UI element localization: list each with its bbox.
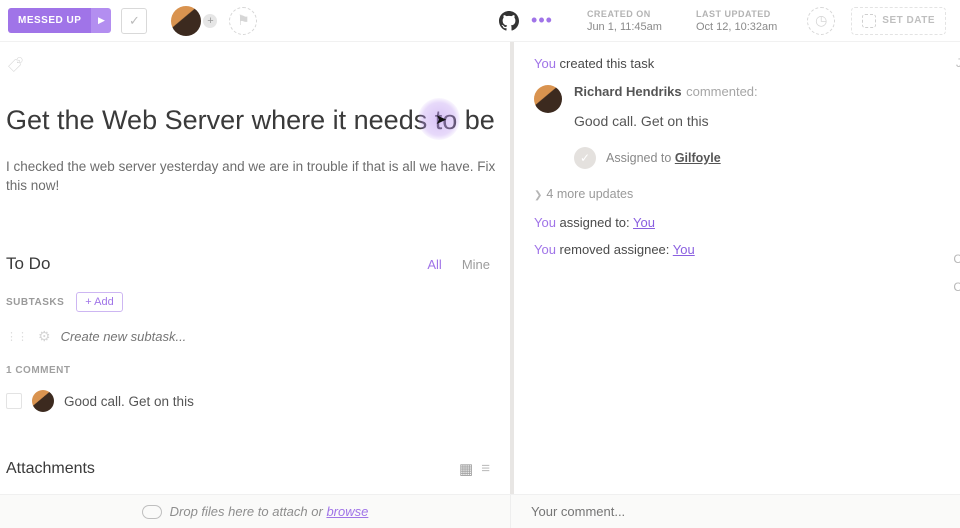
attachments-view-toggle: ▦ ≡ (459, 460, 500, 478)
commented-label: commented: (686, 84, 758, 99)
calendar-icon (862, 14, 876, 28)
dropzone-text: Drop files here to attach or (170, 504, 327, 519)
updated-value: Oct 12, 10:32am (696, 21, 777, 33)
status-dropdown-toggle[interactable]: ▶ (91, 8, 111, 33)
add-assignee-button[interactable]: + (201, 12, 219, 30)
assigned-check-icon: ✓ (574, 147, 596, 169)
assignee-avatar[interactable] (171, 6, 201, 36)
cursor-indicator: ➤ (418, 98, 460, 140)
complete-button[interactable]: ✓ (121, 8, 147, 34)
commenter-name: Richard Hendriks (574, 84, 682, 99)
subtasks-header: SUBTASKS + Add (6, 292, 500, 312)
assignee-link[interactable]: Gilfoyle (675, 151, 721, 165)
assigned-target[interactable]: You (633, 215, 655, 230)
created-meta: CREATED ON Jun 1, 11:45am (573, 9, 676, 33)
updated-label: LAST UPDATED (696, 9, 777, 19)
comment-row: Good call. Get on this (6, 390, 500, 412)
comment-composer (510, 495, 960, 528)
attachments-heading: Attachments (6, 460, 95, 478)
priority-placeholder-icon[interactable]: ⚑ (229, 7, 257, 35)
drag-handle-icon[interactable]: ⋮⋮ (6, 330, 28, 343)
comment-checkbox[interactable] (6, 393, 22, 409)
subtask-filters: All Mine (427, 257, 500, 272)
more-menu-icon[interactable]: ••• (531, 10, 553, 31)
activity-assigned: You assigned to: You (534, 215, 960, 230)
attachments-header: Attachments ▦ ≡ (6, 460, 500, 478)
github-icon[interactable] (499, 11, 519, 31)
activity-comment-body: Good call. Get on this (574, 113, 960, 129)
main-content: 🏷 ➤ Get the Web Server where it needs to… (0, 42, 960, 494)
updated-meta: LAST UPDATED Oct 12, 10:32am (682, 9, 791, 33)
activity-created: You created this task (534, 56, 960, 71)
grid-view-icon[interactable]: ▦ (459, 460, 473, 478)
top-toolbar: MESSED UP ▶ ✓ + ⚑ ••• CREATED ON Jun 1, … (0, 0, 960, 42)
subtasks-label: SUBTASKS (6, 297, 64, 308)
cursor-arrow-icon: ➤ (435, 111, 447, 128)
removed-target[interactable]: You (673, 242, 695, 257)
activity-comment: Richard Hendriks commented: Good call. G… (534, 83, 960, 169)
tag-icon[interactable]: 🏷 (6, 56, 23, 74)
cloud-upload-icon (142, 505, 162, 519)
filter-all[interactable]: All (427, 257, 441, 272)
add-subtask-button[interactable]: + Add (76, 292, 122, 312)
comment-input[interactable] (531, 504, 960, 519)
set-date-label: SET DATE (882, 15, 935, 26)
comment-avatar (32, 390, 54, 412)
status-label: MESSED UP (8, 8, 91, 33)
todo-heading: To Do (6, 254, 50, 274)
new-subtask-row: ⋮⋮ ⚙ (6, 328, 500, 345)
created-value: Jun 1, 11:45am (587, 21, 662, 33)
assigned-text: Assigned to Gilfoyle (606, 151, 721, 165)
status-button[interactable]: MESSED UP ▶ (8, 8, 111, 33)
browse-link[interactable]: browse (326, 504, 368, 519)
subtask-settings-icon[interactable]: ⚙ (38, 328, 51, 345)
activity-panel: You created this task J Richard Hendriks… (510, 42, 960, 494)
activity-you: You (534, 56, 556, 71)
filter-mine[interactable]: Mine (462, 257, 490, 272)
time-estimate-icon[interactable]: ◷ (807, 7, 835, 35)
chevron-right-icon: ❯ (534, 190, 542, 201)
list-view-icon[interactable]: ≡ (481, 460, 490, 478)
comments-count-label: 1 COMMENT (6, 365, 500, 376)
activity-removed: You removed assignee: You (534, 242, 960, 257)
task-panel: 🏷 ➤ Get the Web Server where it needs to… (0, 42, 510, 494)
edge-letter: C (953, 252, 960, 266)
edge-letter: C (953, 280, 960, 294)
assigned-row: ✓ Assigned to Gilfoyle (574, 147, 960, 169)
new-subtask-input[interactable] (61, 329, 494, 344)
more-updates-toggle[interactable]: ❯4 more updates (534, 187, 960, 201)
attachment-dropzone[interactable]: Drop files here to attach or browse (0, 495, 510, 528)
set-date-button[interactable]: SET DATE (851, 7, 946, 35)
created-label: CREATED ON (587, 9, 662, 19)
task-description[interactable]: I checked the web server yesterday and w… (6, 158, 496, 196)
footer: Drop files here to attach or browse (0, 494, 960, 528)
commenter-avatar (534, 85, 562, 113)
todo-header: To Do All Mine (6, 254, 500, 274)
comment-text: Good call. Get on this (64, 394, 194, 409)
edge-letter: J (956, 56, 960, 70)
